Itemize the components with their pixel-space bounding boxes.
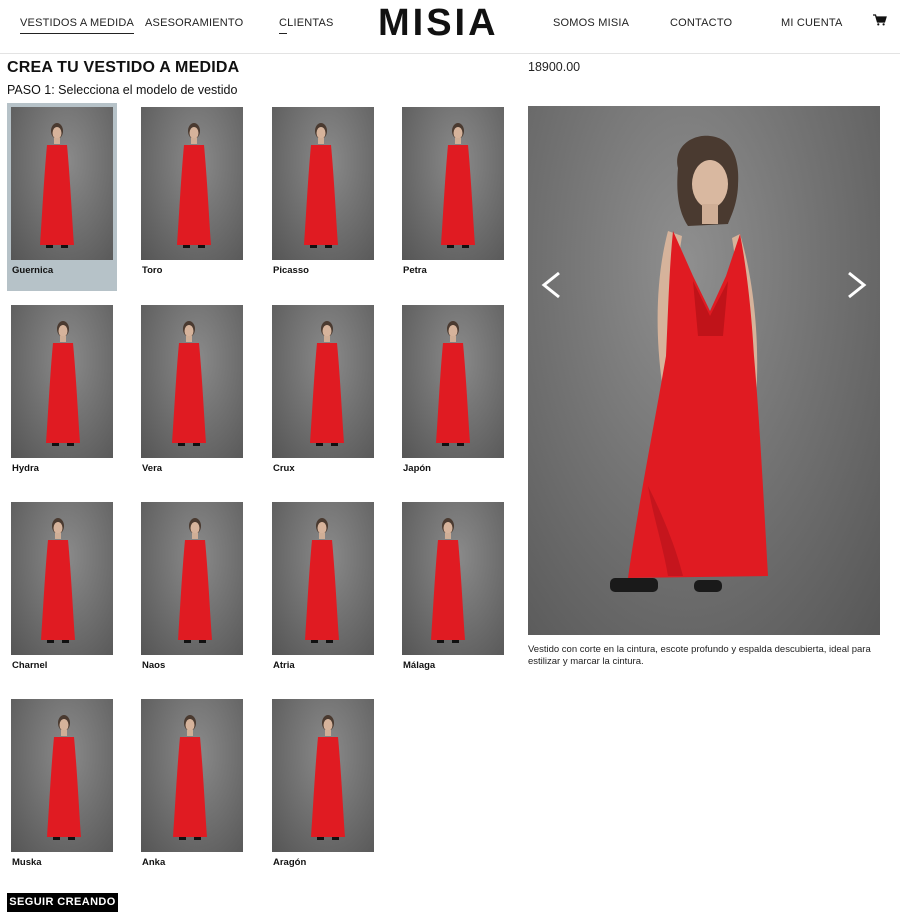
step-label: PASO 1: Selecciona el modelo de vestido	[7, 83, 238, 97]
model-name: Petra	[403, 265, 427, 276]
model-name: Picasso	[273, 265, 309, 276]
model-card[interactable]: Naos	[137, 498, 247, 686]
model-card[interactable]: Aragón	[268, 695, 378, 883]
model-photo	[11, 107, 113, 260]
model-photo	[141, 502, 243, 655]
model-photo	[272, 502, 374, 655]
model-card[interactable]: Anka	[137, 695, 247, 883]
brand-logo[interactable]: MISIA	[378, 4, 499, 42]
price-label: 18900.00	[528, 60, 581, 74]
model-name: Muska	[12, 857, 42, 868]
model-name: Guernica	[12, 265, 54, 276]
model-card[interactable]: Petra	[398, 103, 508, 291]
nav-mi-cuenta[interactable]: MI CUENTA	[781, 16, 842, 30]
model-name: Anka	[142, 857, 166, 868]
model-name: Naos	[142, 660, 166, 671]
cart-icon[interactable]	[873, 14, 887, 26]
model-card[interactable]: Japón	[398, 301, 508, 489]
model-name: Atria	[273, 660, 295, 671]
model-card[interactable]: Atria	[268, 498, 378, 686]
nav-vestidos-a-medida[interactable]: VESTIDOS A MEDIDA	[20, 16, 135, 34]
nav-asesoramiento[interactable]: ASESORAMIENTO	[145, 16, 243, 30]
model-photo	[272, 305, 374, 458]
model-photo	[402, 305, 504, 458]
dress-description: Vestido con corte en la cintura, escote …	[528, 644, 871, 667]
site-header: VESTIDOS A MEDIDA ASESORAMIENTO CLIENTAS…	[0, 0, 900, 54]
model-photo	[272, 107, 374, 260]
model-name: Aragón	[273, 857, 307, 868]
nav-somos-misia[interactable]: SOMOS MISIA	[553, 16, 629, 30]
main-dress-photo	[528, 106, 880, 635]
model-photo	[141, 107, 243, 260]
nav-contacto[interactable]: CONTACTO	[670, 16, 732, 30]
next-image-arrow-icon[interactable]	[843, 267, 869, 303]
model-photo	[11, 502, 113, 655]
model-photo	[141, 699, 243, 852]
model-name: Málaga	[403, 660, 436, 671]
model-photo	[11, 699, 113, 852]
model-photo	[141, 305, 243, 458]
model-card[interactable]: Hydra	[7, 301, 117, 489]
model-card[interactable]: Vera	[137, 301, 247, 489]
model-card[interactable]: Picasso	[268, 103, 378, 291]
model-card[interactable]: Muska	[7, 695, 117, 883]
model-photo	[402, 502, 504, 655]
model-card[interactable]: Toro	[137, 103, 247, 291]
model-figure-image	[610, 135, 768, 592]
model-card[interactable]: Málaga	[398, 498, 508, 686]
model-name: Toro	[142, 265, 163, 276]
model-card[interactable]: Charnel	[7, 498, 117, 686]
model-card[interactable]: Crux	[268, 301, 378, 489]
nav-clientas[interactable]: CLIENTAS	[279, 16, 334, 34]
model-card[interactable]: Guernica	[7, 103, 117, 291]
previous-image-arrow-icon[interactable]	[539, 267, 565, 303]
page-title: CREA TU VESTIDO A MEDIDA	[7, 59, 240, 76]
model-name: Japón	[403, 463, 431, 474]
model-name: Charnel	[12, 660, 48, 671]
model-photo	[272, 699, 374, 852]
continue-button[interactable]: SEGUIR CREANDO	[7, 893, 118, 912]
model-name: Crux	[273, 463, 295, 474]
model-photo	[11, 305, 113, 458]
model-name: Hydra	[12, 463, 39, 474]
model-name: Vera	[142, 463, 163, 474]
model-photo	[402, 107, 504, 260]
